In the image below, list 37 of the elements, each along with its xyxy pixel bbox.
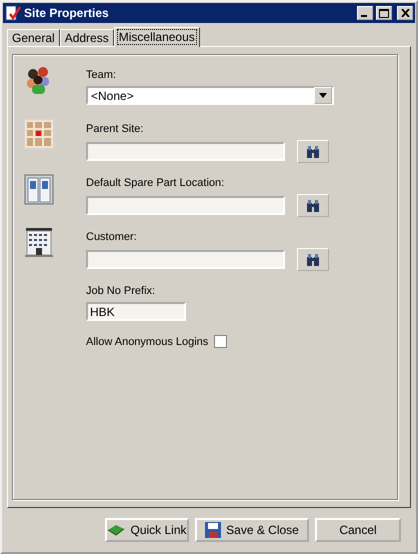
binoculars-icon bbox=[306, 200, 320, 212]
binoculars-icon bbox=[306, 146, 320, 158]
field-label: Customer: bbox=[86, 231, 138, 243]
checkbox[interactable] bbox=[214, 335, 228, 348]
building-icon bbox=[24, 227, 54, 257]
maximize-icon bbox=[379, 8, 389, 18]
checkbox-label: Allow Anonymous Logins bbox=[86, 336, 208, 348]
map-icon bbox=[24, 119, 54, 149]
tab[interactable]: Miscellaneous bbox=[114, 27, 200, 47]
input-field[interactable] bbox=[86, 196, 285, 215]
save-button[interactable]: Save & Close bbox=[195, 518, 309, 542]
minimize-button[interactable] bbox=[357, 6, 373, 20]
input-field[interactable]: HBK bbox=[86, 302, 186, 321]
field-label: Parent Site: bbox=[86, 123, 144, 135]
dropdown-arrow-icon bbox=[319, 93, 327, 98]
close-button[interactable] bbox=[397, 6, 413, 20]
field-label: Default Spare Part Location: bbox=[86, 177, 226, 189]
book-icon bbox=[107, 524, 126, 536]
input-field[interactable] bbox=[86, 250, 285, 269]
maximize-button[interactable] bbox=[376, 6, 392, 20]
input-field[interactable] bbox=[86, 142, 285, 161]
tab[interactable]: General bbox=[7, 29, 60, 46]
close-icon bbox=[400, 9, 410, 17]
tab[interactable]: Address bbox=[60, 29, 114, 46]
window-title: Site Properties bbox=[24, 6, 110, 20]
binoculars-icon bbox=[306, 254, 320, 266]
people-icon bbox=[24, 65, 52, 95]
cancel-button[interactable]: Cancel bbox=[315, 518, 401, 542]
dropdown[interactable]: <None> bbox=[86, 86, 334, 105]
field-label: Job No Prefix: bbox=[86, 285, 156, 297]
field-label: Team: bbox=[86, 69, 117, 81]
door-icon bbox=[24, 173, 54, 205]
quick-link-button[interactable]: Quick Link bbox=[105, 518, 189, 542]
find-button[interactable] bbox=[297, 248, 329, 271]
find-button[interactable] bbox=[297, 194, 329, 217]
document-check-icon bbox=[5, 5, 21, 21]
find-button[interactable] bbox=[297, 140, 329, 163]
